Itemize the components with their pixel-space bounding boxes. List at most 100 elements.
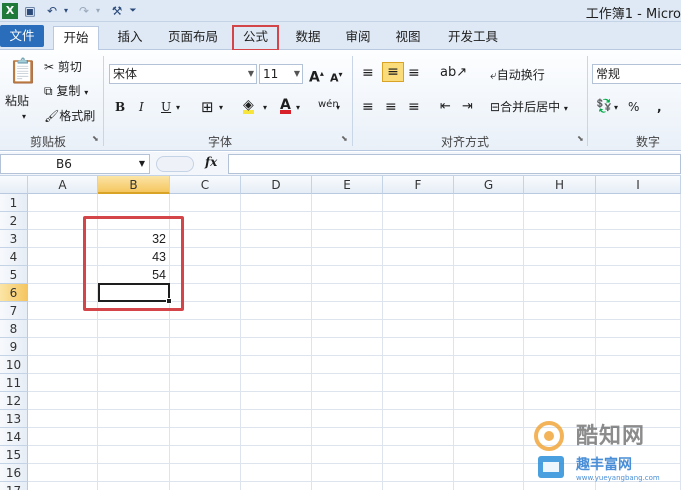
font-color-button[interactable]: A [280, 96, 291, 114]
orientation-icon[interactable]: ab↗ [440, 64, 467, 82]
font-launcher-icon[interactable]: ⬊ [341, 134, 348, 143]
undo-icon[interactable]: ↶ [44, 3, 60, 19]
alignment-launcher-icon[interactable]: ⬊ [577, 134, 584, 143]
merge-dropdown-icon: ▾ [563, 104, 568, 113]
row-header-5[interactable]: 5 [0, 266, 28, 284]
phonetic-dropdown-icon[interactable]: ▾ [336, 99, 340, 117]
currency-dropdown-icon[interactable]: ▾ [614, 99, 618, 117]
column-header-d[interactable]: D [241, 176, 312, 194]
column-header-c[interactable]: C [170, 176, 241, 194]
row-header-9[interactable]: 9 [0, 338, 28, 356]
align-center-icon[interactable]: ≡ [385, 98, 397, 116]
column-header-e[interactable]: E [312, 176, 383, 194]
row-header-12[interactable]: 12 [0, 392, 28, 410]
row-gridline [28, 337, 681, 338]
fill-color-dropdown-icon[interactable]: ▾ [263, 99, 267, 117]
align-left-icon[interactable]: ≡ [362, 98, 374, 116]
chevron-down-icon: ▼ [138, 159, 145, 168]
redo-dropdown-icon[interactable]: ▾ [94, 3, 102, 19]
spreadsheet-grid[interactable]: ABCDEFGHI 1234567891011121314151617 32 4… [0, 176, 681, 490]
tools-icon[interactable]: ⚒ [108, 3, 126, 19]
name-box[interactable]: B6 ▼ [0, 154, 150, 174]
tab-page-layout[interactable]: 页面布局 [160, 26, 226, 50]
formula-bar: B6 ▼ fx [0, 152, 681, 176]
formula-bar-resize-handle[interactable] [156, 156, 194, 172]
number-group-label: 数字 [635, 135, 660, 149]
column-header-g[interactable]: G [454, 176, 524, 194]
wrap-text-button[interactable]: ⤶自动换行 [490, 66, 545, 84]
tab-view[interactable]: 视图 [386, 26, 430, 50]
row-header-14[interactable]: 14 [0, 428, 28, 446]
select-all-corner[interactable] [0, 176, 28, 194]
percent-button[interactable]: % [628, 98, 639, 116]
cut-button[interactable]: ✂ 剪切 [44, 58, 82, 76]
row-header-1[interactable]: 1 [0, 194, 28, 212]
title-bar: X ▣ ↶ ▾ ↷ ▾ ⚒ ⏷ 工作簿1 - Micro [0, 0, 681, 22]
row-header-17[interactable]: 17 [0, 482, 28, 490]
tab-file[interactable]: 文件 [0, 25, 44, 47]
tab-review[interactable]: 审阅 [336, 26, 380, 50]
underline-button[interactable]: U [161, 98, 171, 116]
borders-icon[interactable]: ⊞ [201, 98, 214, 116]
increase-indent-icon[interactable]: ⇥ [462, 98, 473, 116]
row-header-16[interactable]: 16 [0, 464, 28, 482]
column-header-i[interactable]: I [596, 176, 681, 194]
number-format-value: 常规 [596, 67, 621, 81]
clipboard-launcher-icon[interactable]: ⬊ [92, 134, 99, 143]
align-bottom-icon[interactable]: ≡ [408, 64, 420, 82]
row-header-8[interactable]: 8 [0, 320, 28, 338]
row-header-13[interactable]: 13 [0, 410, 28, 428]
row-header-6[interactable]: 6 [0, 284, 28, 302]
column-header-h[interactable]: H [524, 176, 596, 194]
column-header-f[interactable]: F [383, 176, 454, 194]
insert-function-button[interactable]: fx [205, 155, 217, 169]
grow-font-button[interactable]: A▴ [309, 65, 324, 86]
font-name-select[interactable]: 宋体 ▼ [109, 64, 257, 84]
align-middle-icon[interactable]: ≡ [382, 62, 404, 82]
tab-developer[interactable]: 开发工具 [440, 26, 506, 50]
row-header-2[interactable]: 2 [0, 212, 28, 230]
italic-button[interactable]: I [139, 98, 144, 116]
font-color-dropdown-icon[interactable]: ▾ [296, 99, 300, 117]
paste-dropdown-icon[interactable]: ▾ [22, 108, 26, 126]
number-format-select[interactable]: 常规 [592, 64, 681, 84]
font-size-select[interactable]: 11 ▼ [259, 64, 303, 84]
decrease-indent-icon[interactable]: ⇤ [440, 98, 451, 116]
comma-button[interactable]: , [657, 98, 662, 116]
column-header-b[interactable]: B [98, 176, 170, 194]
tab-insert[interactable]: 插入 [108, 26, 152, 50]
fill-color-icon[interactable]: ◈ [243, 96, 254, 114]
watermark-url: www.yueyangbang.com [576, 474, 660, 482]
underline-dropdown-icon[interactable]: ▾ [176, 99, 180, 117]
format-painter-button[interactable]: 🖌格式刷 [44, 107, 95, 125]
copy-icon: ⧉ [44, 84, 53, 98]
tab-data[interactable]: 数据 [286, 26, 330, 50]
row-header-7[interactable]: 7 [0, 302, 28, 320]
borders-dropdown-icon[interactable]: ▾ [219, 99, 223, 117]
wrap-text-icon: ⤶ [490, 68, 497, 82]
align-right-icon[interactable]: ≡ [408, 98, 420, 116]
save-icon[interactable]: ▣ [22, 3, 38, 19]
row-header-10[interactable]: 10 [0, 356, 28, 374]
merge-center-button[interactable]: ⊟合并后居中 ▾ [490, 98, 568, 116]
customize-toolbar-icon[interactable]: ⏷ [128, 3, 138, 19]
copy-button[interactable]: ⧉ 复制 ▾ [44, 82, 88, 100]
formula-input[interactable] [228, 154, 681, 174]
shrink-font-button[interactable]: A▾ [330, 66, 343, 85]
align-top-icon[interactable]: ≡ [362, 64, 374, 82]
row-header-15[interactable]: 15 [0, 446, 28, 464]
row-header-11[interactable]: 11 [0, 374, 28, 392]
paste-icon[interactable]: 📋 [8, 56, 38, 86]
redo-icon[interactable]: ↷ [76, 3, 92, 19]
tab-home[interactable]: 开始 [53, 26, 99, 50]
group-separator [352, 56, 353, 146]
wrap-text-label: 自动换行 [496, 68, 545, 82]
tab-formulas[interactable]: 公式 [232, 25, 279, 51]
bold-button[interactable]: B [115, 98, 125, 116]
row-header-3[interactable]: 3 [0, 230, 28, 248]
currency-icon[interactable]: 💱 [596, 98, 612, 116]
undo-dropdown-icon[interactable]: ▾ [62, 3, 70, 19]
row-gridline [28, 355, 681, 356]
row-header-4[interactable]: 4 [0, 248, 28, 266]
column-header-a[interactable]: A [28, 176, 98, 194]
